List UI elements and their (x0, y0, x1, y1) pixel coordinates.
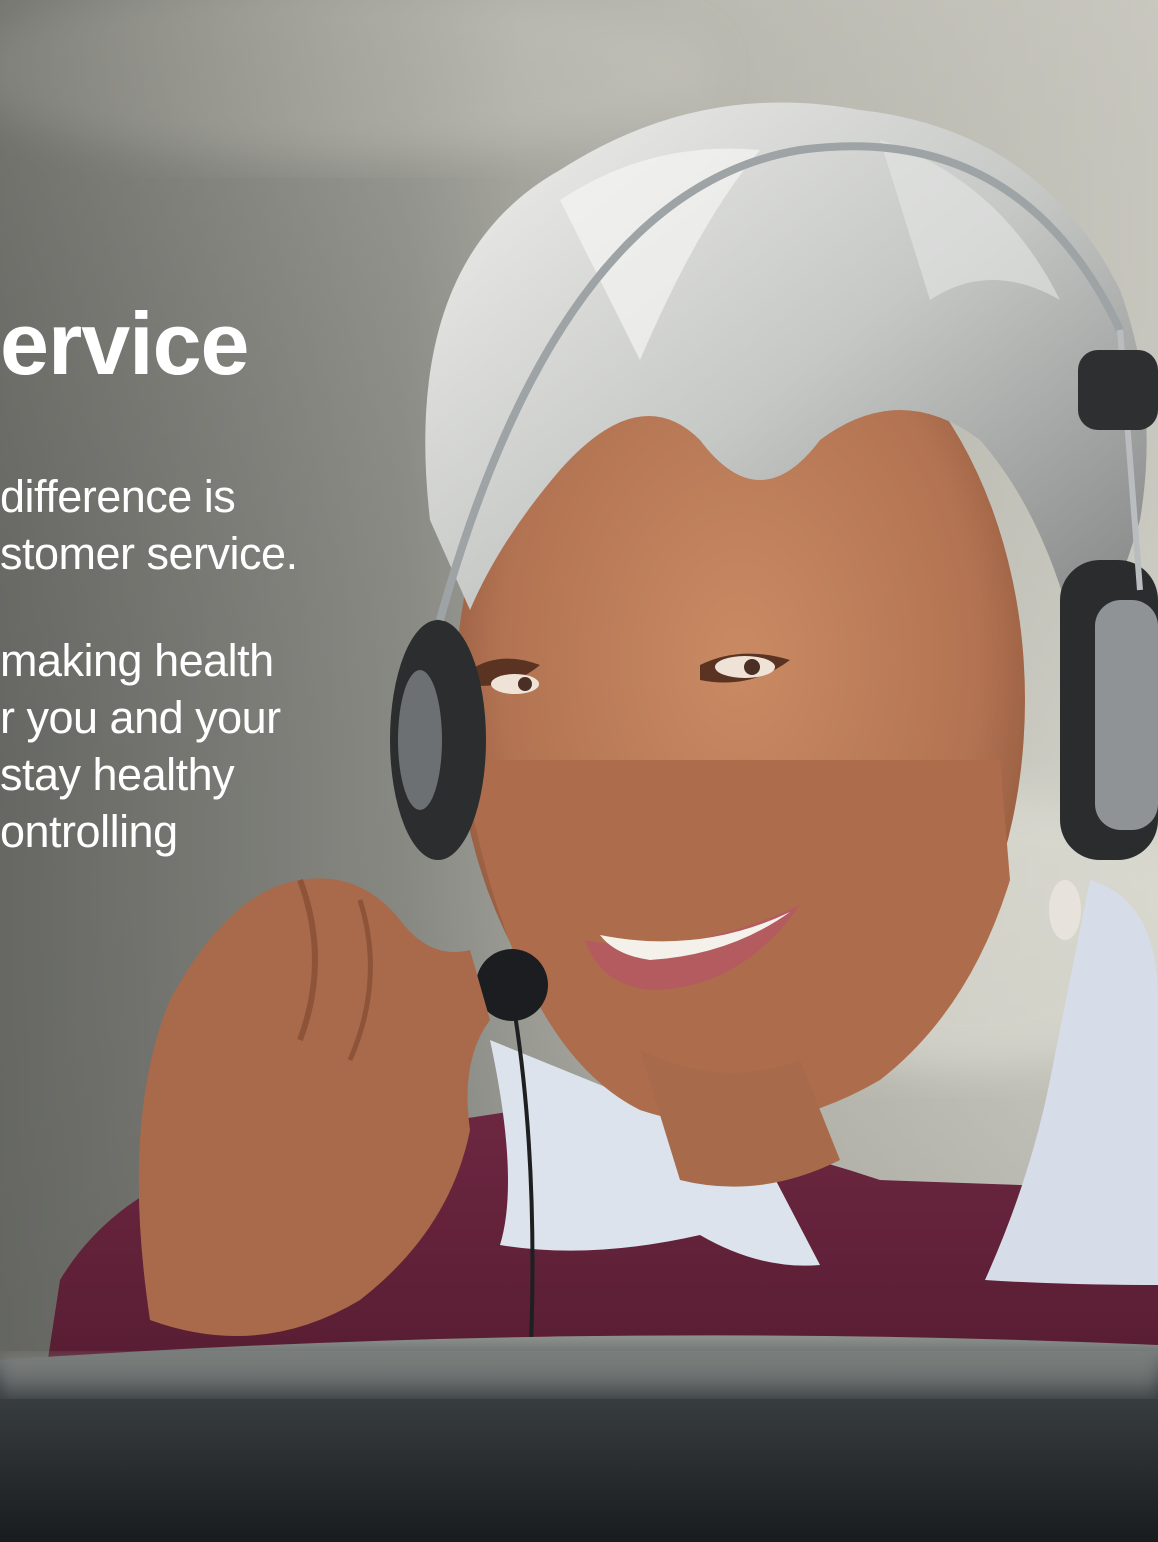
paragraph-1-line-1: difference is (0, 471, 236, 522)
headline: ervice (0, 296, 249, 392)
hero-text: ervice difference is stomer service. mak… (0, 0, 340, 900)
paragraph-2-line-4: ontrolling (0, 806, 178, 857)
paragraph-2-line-3: stay healthy (0, 749, 235, 800)
paragraph-1: difference is stomer service. (0, 468, 340, 582)
paragraph-1-line-2: stomer service. (0, 528, 298, 579)
hero-banner: ervice difference is stomer service. mak… (0, 0, 1158, 1542)
paragraph-2: making health r you and your stay health… (0, 632, 340, 860)
paragraph-2-line-1: making health (0, 635, 274, 686)
paragraph-2-line-2: r you and your (0, 692, 281, 743)
